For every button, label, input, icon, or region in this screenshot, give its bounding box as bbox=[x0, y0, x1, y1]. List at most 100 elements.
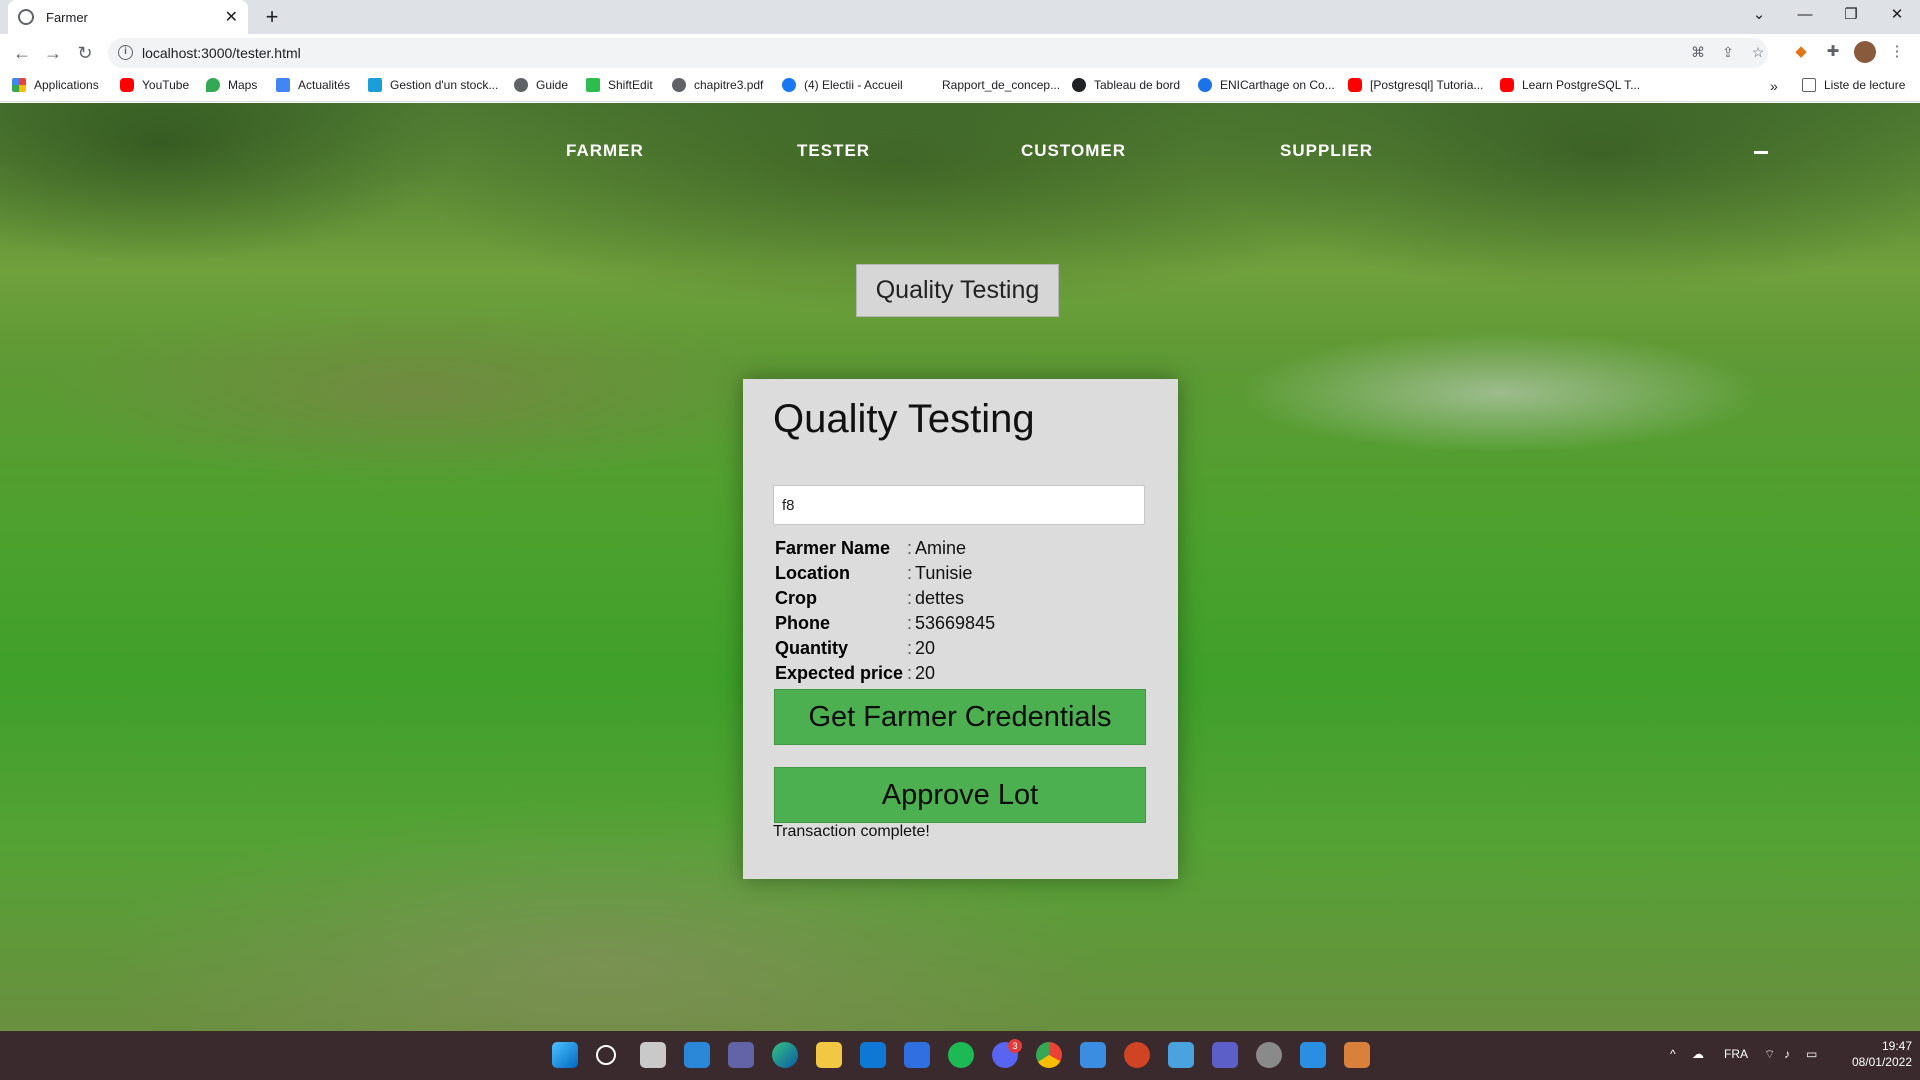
search-icon[interactable] bbox=[596, 1045, 616, 1065]
widgets-icon[interactable] bbox=[684, 1042, 710, 1068]
restore-button[interactable]: ❐ bbox=[1828, 0, 1874, 34]
teams-icon[interactable] bbox=[1212, 1042, 1238, 1068]
file-explorer-icon[interactable] bbox=[816, 1042, 842, 1068]
detail-label: Quantity bbox=[775, 638, 849, 658]
bookmark-applications[interactable]: Applications bbox=[12, 78, 99, 92]
bookmarks-bar: Applications YouTube Maps Actualités Ges… bbox=[0, 72, 1920, 102]
detail-label: Phone bbox=[775, 613, 831, 633]
nav-tester[interactable]: TESTER bbox=[797, 141, 870, 161]
address-bar[interactable]: i localhost:3000/tester.html ⌘ ⇪ ☆ bbox=[108, 38, 1768, 68]
detail-value: 20 bbox=[915, 663, 936, 683]
tray-chevron-icon[interactable]: ^ bbox=[1670, 1047, 1676, 1061]
browser-tab[interactable]: Farmer ✕ bbox=[8, 0, 248, 34]
detail-value: Amine bbox=[915, 538, 967, 558]
menu-dash-icon[interactable] bbox=[1754, 151, 1768, 154]
settings-icon[interactable] bbox=[1256, 1042, 1282, 1068]
discord-badge: 3 bbox=[1008, 1039, 1022, 1053]
detail-row: Farmer Name: Amine bbox=[775, 536, 1145, 561]
photos-icon[interactable] bbox=[1080, 1042, 1106, 1068]
bookmark-tableau-de-bord[interactable]: Tableau de bord bbox=[1072, 78, 1180, 92]
detail-row: Phone:53669845 bbox=[775, 611, 1145, 636]
close-tab-icon[interactable]: ✕ bbox=[225, 7, 238, 27]
bookmark-maps[interactable]: Maps bbox=[206, 78, 257, 92]
bookmark-enicarthage[interactable]: ENICarthage on Co... bbox=[1198, 78, 1335, 92]
metamask-icon[interactable]: ◆ bbox=[1790, 42, 1812, 64]
youtube-icon bbox=[120, 78, 134, 92]
reading-list[interactable]: Liste de lecture bbox=[1802, 78, 1905, 92]
teams-chat-icon[interactable] bbox=[728, 1042, 754, 1068]
youtube-icon bbox=[1500, 78, 1514, 92]
detail-label: Location bbox=[775, 563, 850, 583]
globe-icon bbox=[672, 78, 686, 92]
volume-icon[interactable]: ♪ bbox=[1784, 1047, 1790, 1061]
share-icon[interactable]: ⇪ bbox=[1718, 44, 1738, 62]
edge-icon[interactable] bbox=[772, 1042, 798, 1068]
facebook-icon bbox=[782, 78, 796, 92]
bookmark-youtube[interactable]: YouTube bbox=[120, 78, 189, 92]
farmer-details: Farmer Name: Amine Location: Tunisie Crop:… bbox=[775, 536, 1145, 686]
detail-row: Location: Tunisie bbox=[775, 561, 1145, 586]
package-icon[interactable] bbox=[1344, 1042, 1370, 1068]
translate-icon[interactable]: ⌘ bbox=[1688, 44, 1708, 62]
vscode-icon[interactable] bbox=[1300, 1042, 1326, 1068]
wifi-icon[interactable]: ⌔ bbox=[1764, 1047, 1775, 1062]
remote-desktop-icon[interactable] bbox=[1168, 1042, 1194, 1068]
language-indicator[interactable]: FRA bbox=[1724, 1047, 1748, 1061]
bookmark-star-icon[interactable]: ☆ bbox=[1748, 44, 1768, 62]
minimize-button[interactable]: — bbox=[1782, 0, 1828, 34]
news-icon bbox=[276, 78, 290, 92]
battery-icon[interactable]: ▭ bbox=[1806, 1047, 1817, 1061]
onedrive-icon[interactable]: ☁ bbox=[1692, 1047, 1704, 1061]
detail-row: Crop: dettes bbox=[775, 586, 1145, 611]
detail-value: dettes bbox=[915, 588, 965, 608]
transaction-status: Transaction complete! bbox=[773, 823, 930, 840]
detail-value: 53669845 bbox=[915, 613, 996, 633]
spotify-icon[interactable] bbox=[948, 1042, 974, 1068]
nav-customer[interactable]: CUSTOMER bbox=[1021, 141, 1126, 161]
more-bookmarks-icon[interactable]: » bbox=[1770, 78, 1778, 94]
site-info-icon[interactable]: i bbox=[118, 45, 133, 60]
task-view-icon[interactable] bbox=[640, 1042, 666, 1068]
farmer-id-input[interactable] bbox=[773, 485, 1145, 525]
close-window-button[interactable]: ✕ bbox=[1874, 0, 1920, 34]
detail-value: 20 bbox=[915, 638, 936, 658]
approve-lot-button[interactable]: Approve Lot bbox=[774, 767, 1146, 823]
menu-icon[interactable]: ⋮ bbox=[1886, 42, 1908, 64]
bookmark-gestion-stock[interactable]: Gestion d'un stock... bbox=[368, 78, 498, 92]
top-nav: FARMER TESTER CUSTOMER SUPPLIER bbox=[0, 141, 1920, 167]
bookmark-electii[interactable]: (4) Electii - Accueil bbox=[782, 78, 903, 92]
bookmark-postgresql-tutorial[interactable]: [Postgresql] Tutoria... bbox=[1348, 78, 1483, 92]
bookmark-learn-postgresql[interactable]: Learn PostgreSQL T... bbox=[1500, 78, 1640, 92]
reload-icon[interactable]: ↻ bbox=[72, 41, 98, 65]
bookmark-actualites[interactable]: Actualités bbox=[276, 78, 350, 92]
detail-label: Expected price bbox=[775, 663, 904, 683]
back-icon[interactable]: ← bbox=[9, 41, 35, 65]
bookmark-shiftedit[interactable]: ShiftEdit bbox=[586, 78, 653, 92]
bookmark-chapitre3[interactable]: chapitre3.pdf bbox=[672, 78, 763, 92]
reading-list-icon bbox=[1802, 78, 1816, 92]
bookmark-guide[interactable]: Guide bbox=[514, 78, 568, 92]
page-background: FARMER TESTER CUSTOMER SUPPLIER Quality … bbox=[0, 103, 1920, 1031]
todo-icon[interactable] bbox=[904, 1042, 930, 1068]
profile-avatar[interactable] bbox=[1854, 41, 1876, 63]
new-tab-button[interactable]: + bbox=[258, 4, 286, 30]
site-c-icon bbox=[1198, 78, 1212, 92]
chrome-icon[interactable] bbox=[1036, 1042, 1062, 1068]
detail-value: Tunisie bbox=[915, 563, 973, 583]
quality-testing-button[interactable]: Quality Testing bbox=[856, 264, 1059, 317]
extensions-icon[interactable]: ✚ bbox=[1822, 42, 1844, 64]
forward-icon[interactable]: → bbox=[40, 41, 66, 65]
clock[interactable]: 19:47 08/01/2022 bbox=[1838, 1038, 1912, 1070]
bookmark-rapport[interactable]: Rapport_de_concep... bbox=[942, 78, 1060, 92]
nav-farmer[interactable]: FARMER bbox=[566, 141, 644, 161]
powerpoint-icon[interactable] bbox=[1124, 1042, 1150, 1068]
code-site-icon bbox=[368, 78, 382, 92]
start-icon[interactable] bbox=[552, 1042, 578, 1068]
taskbar: 3 ^ ☁ FRA ⌔ ♪ ▭ 19:47 08/01/2022 bbox=[0, 1031, 1920, 1080]
detail-separator: : bbox=[907, 588, 913, 608]
get-farmer-credentials-button[interactable]: Get Farmer Credentials bbox=[774, 689, 1146, 745]
detail-separator: : bbox=[907, 538, 913, 558]
tab-search-icon[interactable]: ⌄ bbox=[1736, 0, 1782, 34]
mail-icon[interactable] bbox=[860, 1042, 886, 1068]
nav-supplier[interactable]: SUPPLIER bbox=[1280, 141, 1373, 161]
